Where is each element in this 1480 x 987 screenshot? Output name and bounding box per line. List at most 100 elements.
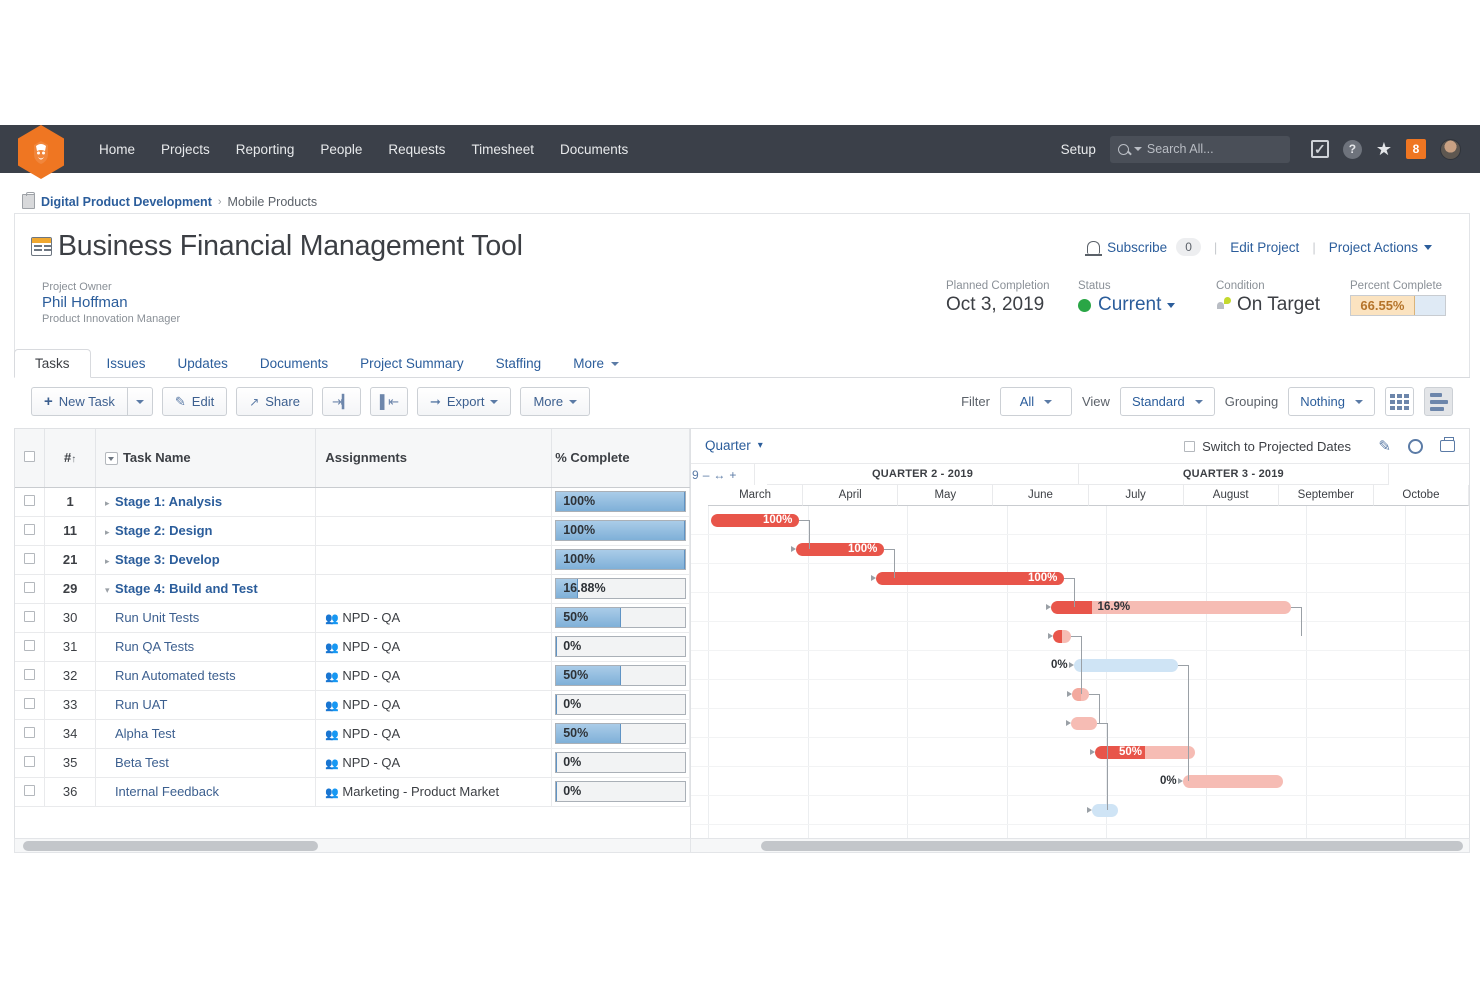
edit-button[interactable]: ✎ Edit [161,387,228,416]
row-task-name[interactable]: Internal Feedback [95,777,317,807]
gantt-bar[interactable] [1074,659,1178,672]
notifications-button[interactable]: 8 [1406,139,1426,159]
gantt-scrollbar-thumb[interactable] [761,841,1463,851]
tab-more[interactable]: More [557,349,635,378]
gantt-bar[interactable] [1183,775,1283,788]
row-assignments[interactable] [315,545,553,575]
app-logo[interactable] [18,125,66,185]
favorites-button[interactable]: ★ [1376,140,1392,158]
filter-select[interactable]: All [999,387,1072,416]
task-name-link[interactable]: Beta Test [115,755,169,770]
row-assignments[interactable]: 👥 NPD - QA [315,661,553,691]
tab-staffing[interactable]: Staffing [480,349,558,378]
row-percent-complete[interactable]: 16.88% [551,574,690,604]
row-checkbox[interactable] [24,553,36,564]
search-input[interactable]: Search All... [1109,135,1290,163]
row-task-name[interactable]: Run Automated tests [95,661,317,691]
gantt-horizontal-scrollbar[interactable] [690,838,1470,853]
pencil-icon[interactable]: ✎ [1378,437,1391,455]
gantt-bar[interactable] [1092,804,1118,817]
task-name-link[interactable]: Stage 3: Develop [115,552,220,567]
grid-view-toggle[interactable] [1385,387,1414,416]
task-name-link[interactable]: Alpha Test [115,726,175,741]
subscribe-button[interactable]: Subscribe [1107,240,1167,255]
help-button[interactable]: ? [1342,139,1362,159]
project-actions-chevron-down-icon[interactable] [1424,244,1432,250]
view-select[interactable]: Standard [1119,387,1215,416]
indent-button[interactable]: ⇥▎ [321,387,361,416]
row-percent-complete[interactable]: 0% [551,690,690,720]
projected-dates-checkbox[interactable] [1184,441,1196,452]
gantt-bar[interactable] [1051,601,1291,614]
task-name-link[interactable]: Stage 1: Analysis [115,494,222,509]
tab-tasks[interactable]: Tasks [14,349,91,378]
table-row[interactable]: 35 Beta Test 👥 NPD - QA 0% [15,748,690,778]
search-scope-chevron-down-icon[interactable] [1133,147,1142,151]
table-row[interactable]: 29 ▾ Stage 4: Build and Test 16.88% [15,574,690,604]
column-header-percent-complete[interactable]: % Complete [551,429,690,488]
table-row[interactable]: 30 Run Unit Tests 👥 NPD - QA 50% [15,603,690,633]
row-assignments[interactable] [315,574,553,604]
new-task-dropdown-button[interactable] [126,387,153,416]
task-name-filter-icon[interactable] [104,452,118,466]
share-button[interactable]: ↗ Share [236,387,313,416]
zoom-fit-button[interactable]: ↔ [713,468,725,482]
row-percent-complete[interactable]: 0% [551,748,690,778]
breadcrumb-parent-link[interactable]: Digital Product Development [41,195,212,209]
row-checkbox[interactable] [24,640,36,651]
row-task-name[interactable]: ▸ Stage 3: Develop [95,545,317,575]
nav-item-reporting[interactable]: Reporting [223,136,308,163]
project-owner-name[interactable]: Phil Hoffman [42,294,180,311]
row-checkbox[interactable] [24,785,36,796]
row-checkbox[interactable] [24,669,36,680]
grouping-select[interactable]: Nothing [1288,387,1375,416]
tab-issues[interactable]: Issues [91,349,162,378]
row-task-name[interactable]: Run Unit Tests [95,603,317,633]
expand-toggle-icon[interactable]: ▸ [105,556,115,567]
row-checkbox[interactable] [24,756,36,767]
row-task-name[interactable]: Run QA Tests [95,632,317,662]
row-assignments[interactable]: 👥 NPD - QA [315,748,553,778]
row-percent-complete[interactable]: 50% [551,719,690,749]
task-name-link[interactable]: Stage 2: Design [115,523,213,538]
project-actions-button[interactable]: Project Actions [1329,240,1418,255]
new-task-button[interactable]: + New Task [31,387,127,416]
export-button[interactable]: ➞ Export [416,387,512,416]
row-checkbox[interactable] [24,524,36,535]
more-button[interactable]: More [520,387,591,416]
table-row[interactable]: 1 ▸ Stage 1: Analysis 100% [15,487,690,517]
zoom-out-button[interactable]: – [703,468,710,482]
task-name-link[interactable]: Run UAT [115,697,168,712]
row-percent-complete[interactable]: 100% [551,516,690,546]
row-checkbox[interactable] [24,727,36,738]
task-name-link[interactable]: Run Automated tests [115,668,236,683]
task-name-link[interactable]: Run Unit Tests [115,610,199,625]
row-percent-complete[interactable]: 0% [551,632,690,662]
edit-project-button[interactable]: Edit Project [1230,240,1299,255]
row-percent-complete[interactable]: 100% [551,545,690,575]
gantt-bar[interactable] [1095,746,1195,759]
row-assignments[interactable] [315,516,553,546]
nav-item-documents[interactable]: Documents [547,136,641,163]
row-task-name[interactable]: Run UAT [95,690,317,720]
row-assignments[interactable]: 👥 Marketing - Product Market [315,777,553,807]
status-chevron-down-icon[interactable] [1167,302,1176,308]
row-task-name[interactable]: Beta Test [95,748,317,778]
expand-toggle-icon[interactable]: ▸ [105,498,115,509]
zoom-in-button[interactable]: + [729,468,736,482]
table-row[interactable]: 31 Run QA Tests 👥 NPD - QA 0% [15,632,690,662]
row-checkbox[interactable] [24,698,36,709]
row-checkbox[interactable] [24,611,36,622]
column-header-number[interactable]: #↑ [44,429,96,488]
setup-link[interactable]: Setup [1061,142,1096,157]
nav-item-requests[interactable]: Requests [375,136,458,163]
grid-horizontal-scrollbar[interactable] [14,838,691,853]
table-row[interactable]: 33 Run UAT 👥 NPD - QA 0% [15,690,690,720]
task-name-link[interactable]: Stage 4: Build and Test [115,581,258,596]
task-name-link[interactable]: Run QA Tests [115,639,194,654]
row-percent-complete[interactable]: 0% [551,777,690,807]
expand-toggle-icon[interactable]: ▸ [105,527,115,538]
collapse-toggle-icon[interactable]: ▾ [105,585,115,596]
column-header-task-name[interactable]: Task Name [95,429,317,488]
tab-project-summary[interactable]: Project Summary [344,349,480,378]
